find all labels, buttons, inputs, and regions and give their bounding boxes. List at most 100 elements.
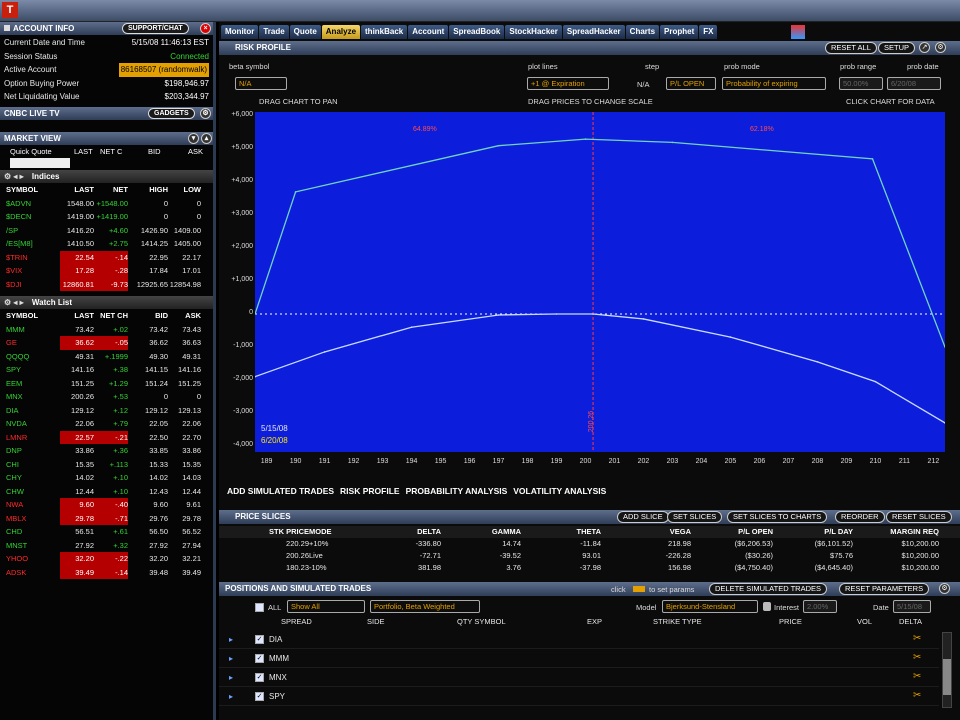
indices-nav-icons[interactable]: ⚙ ◂ ▸ [4, 172, 24, 181]
plot-lines-select[interactable]: +1 @ Expiration [527, 77, 609, 90]
watchlist-row[interactable]: NVDA 22.06 +.79 22.05 22.06 [0, 417, 213, 431]
detach-icon[interactable]: ↗ [919, 42, 930, 53]
subtab-volatility-analysis[interactable]: VOLATILITY ANALYSIS [513, 486, 606, 496]
prob-mode-select[interactable]: Probability of expiring [722, 77, 826, 90]
pl-select[interactable]: P/L OPEN [666, 77, 716, 90]
collapse-icon[interactable] [4, 25, 10, 31]
gadgets-button[interactable]: GADGETS [148, 107, 195, 119]
reorder-button[interactable]: REORDER [835, 511, 885, 523]
position-row[interactable]: ▸ ✓ MNX ✂ [219, 668, 939, 687]
watchlist-row[interactable]: MBLX 29.78 -.71 29.76 29.78 [0, 511, 213, 525]
tab-thinkback[interactable]: thinkBack [361, 25, 408, 39]
prob-range-input[interactable]: 50.00% [839, 77, 883, 90]
settings-icon[interactable]: ⚙ [935, 42, 946, 53]
set-slices-button[interactable]: SET SLICES [667, 511, 723, 523]
tab-analyze[interactable]: Analyze [321, 25, 361, 39]
expand-icon[interactable]: ▸ [229, 673, 233, 682]
indices-row[interactable]: $TRIN 22.54 -.14 22.95 22.17 [0, 250, 213, 264]
watchlist-row[interactable]: DIA 129.12 +.12 129.12 129.13 [0, 404, 213, 418]
show-select[interactable]: Show All [287, 600, 365, 613]
watchlist-nav-icons[interactable]: ⚙ ◂ ▸ [4, 298, 24, 307]
beta-symbol-select[interactable]: N/A [235, 77, 287, 90]
watchlist-row[interactable]: CHW 12.44 +.10 12.43 12.44 [0, 485, 213, 499]
tab-spreadhacker[interactable]: SpreadHacker [562, 25, 625, 39]
indices-row[interactable]: /ES[M8] 1410.50 +2.75 1414.25 1405.00 [0, 237, 213, 251]
indices-row[interactable]: /SP 1416.20 +4.60 1426.90 1409.00 [0, 224, 213, 238]
position-row[interactable]: ▸ ✓ MMM ✂ [219, 649, 939, 668]
slice-row[interactable]: 180.23 -10% 381.98 3.76 -37.98 156.98 ($4,750.… [219, 562, 960, 574]
risk-profile-chart[interactable]: 64.89% 62.18% 200.26 5/15/08 6/20/08 [254, 112, 946, 452]
reset-slices-button[interactable]: RESET SLICES [886, 511, 952, 523]
slice-row[interactable]: 220.29 +10% -336.80 14.74 -11.84 218.98 ($6,20… [219, 538, 960, 550]
indices-row[interactable]: $DECN 1419.00 +1419.00 0 0 [0, 210, 213, 224]
position-checkbox[interactable]: ✓ [255, 673, 264, 682]
tab-stockhacker[interactable]: StockHacker [505, 25, 562, 39]
model-select[interactable]: Bjerksund-Stensland [662, 600, 758, 613]
delete-simulated-trades-button[interactable]: DELETE SIMULATED TRADES [709, 583, 827, 595]
support-chat-button[interactable]: SUPPORT/CHAT [122, 23, 189, 34]
tab-charts[interactable]: Charts [625, 25, 660, 39]
tab-prophet[interactable]: Prophet [660, 25, 699, 39]
positions-scrollbar[interactable] [942, 632, 952, 708]
indices-row[interactable]: $VIX 17.28 -.28 17.84 17.01 [0, 264, 213, 278]
watchlist-row[interactable]: EEM 151.25 +1.29 151.24 151.25 [0, 377, 213, 391]
color-icon[interactable] [791, 25, 805, 39]
expand-icon[interactable]: ▸ [229, 654, 233, 663]
positions-settings-icon[interactable]: ⚙ [939, 583, 950, 594]
position-checkbox[interactable]: ✓ [255, 692, 264, 701]
close-icon[interactable]: × [200, 23, 211, 34]
subtab-probability-analysis[interactable]: PROBABILITY ANALYSIS [406, 486, 508, 496]
prob-date-input[interactable]: 6/20/08 [887, 77, 941, 90]
subtab-add-simulated-trades[interactable]: ADD SIMULATED TRADES [227, 486, 334, 496]
scissors-icon[interactable]: ✂ [913, 690, 921, 701]
watchlist-row[interactable]: QQQQ 49.31 +.1999 49.30 49.31 [0, 350, 213, 364]
market-view-down-icon[interactable]: ▾ [188, 132, 199, 144]
tab-monitor[interactable]: Monitor [221, 25, 259, 39]
watchlist-row[interactable]: CHY 14.02 +.10 14.02 14.03 [0, 471, 213, 485]
reset-parameters-button[interactable]: RESET PARAMETERS [839, 583, 930, 595]
position-row[interactable]: ▸ ✓ DIA ✂ [219, 630, 939, 649]
group-select[interactable]: Portfolio, Beta Weighted [370, 600, 480, 613]
gadget-settings-icon[interactable]: ⚙ [200, 107, 211, 119]
slice-row[interactable]: 200.26 Live -72.71 -39.52 93.01 -226.28 ($30.2… [219, 550, 960, 562]
watchlist-row[interactable]: NWA 9.60 -.40 9.60 9.61 [0, 498, 213, 512]
watchlist-row[interactable]: YHOO 32.20 -.22 32.20 32.21 [0, 552, 213, 566]
watchlist-row[interactable]: MMM 73.42 +.02 73.42 73.43 [0, 323, 213, 337]
all-checkbox[interactable] [255, 603, 264, 612]
scissors-icon[interactable]: ✂ [913, 671, 921, 682]
expand-icon[interactable]: ▸ [229, 635, 233, 644]
watchlist-row[interactable]: CHD 56.51 +.61 56.50 56.52 [0, 525, 213, 539]
position-row[interactable]: ▸ ✓ SPY ✂ [219, 687, 939, 706]
market-view-up-icon[interactable]: ▴ [201, 132, 212, 144]
watchlist-row[interactable]: SPY 141.16 +.38 141.15 141.16 [0, 363, 213, 377]
position-checkbox[interactable]: ✓ [255, 635, 264, 644]
indices-row[interactable]: $DJI 12860.81 -9.73 12925.65 12854.98 [0, 277, 213, 291]
watchlist-row[interactable]: MNX 200.26 +.53 0 0 [0, 390, 213, 404]
position-checkbox[interactable]: ✓ [255, 654, 264, 663]
watchlist-row[interactable]: GE 36.62 -.05 36.62 36.63 [0, 336, 213, 350]
tab-trade[interactable]: Trade [259, 25, 289, 39]
scrollbar-thumb[interactable] [943, 659, 951, 695]
reset-all-button[interactable]: RESET ALL [825, 42, 877, 54]
watchlist-row[interactable]: ADSK 39.49 -.14 39.48 39.49 [0, 565, 213, 579]
watchlist-row[interactable]: MNST 27.92 +.32 27.92 27.94 [0, 539, 213, 553]
interest-input[interactable]: 2.00% [803, 600, 837, 613]
lock-icon[interactable] [763, 602, 771, 611]
tab-fx[interactable]: FX [699, 25, 718, 39]
expand-icon[interactable]: ▸ [229, 692, 233, 701]
watchlist-row[interactable]: LMNR 22.57 -.21 22.50 22.70 [0, 430, 213, 444]
tab-spreadbook[interactable]: SpreadBook [449, 25, 505, 39]
set-slices-to-charts-button[interactable]: SET SLICES TO CHARTS [727, 511, 828, 523]
subtab-risk-profile[interactable]: RISK PROFILE [340, 486, 400, 496]
chart-svg[interactable] [254, 112, 946, 452]
tab-account[interactable]: Account [408, 25, 449, 39]
date-input[interactable]: 5/15/08 [893, 600, 931, 613]
setup-button[interactable]: SETUP [878, 42, 916, 54]
quick-quote-input[interactable] [10, 158, 70, 168]
watchlist-row[interactable]: DNP 33.86 +.36 33.85 33.86 [0, 444, 213, 458]
scissors-icon[interactable]: ✂ [913, 633, 921, 644]
add-slice-button[interactable]: ADD SLICE [617, 511, 669, 523]
account-info-value[interactable]: 86168507 (randomwalk) [118, 63, 209, 77]
indices-row[interactable]: $ADVN 1548.00 +1548.00 0 0 [0, 197, 213, 211]
scissors-icon[interactable]: ✂ [913, 652, 921, 663]
